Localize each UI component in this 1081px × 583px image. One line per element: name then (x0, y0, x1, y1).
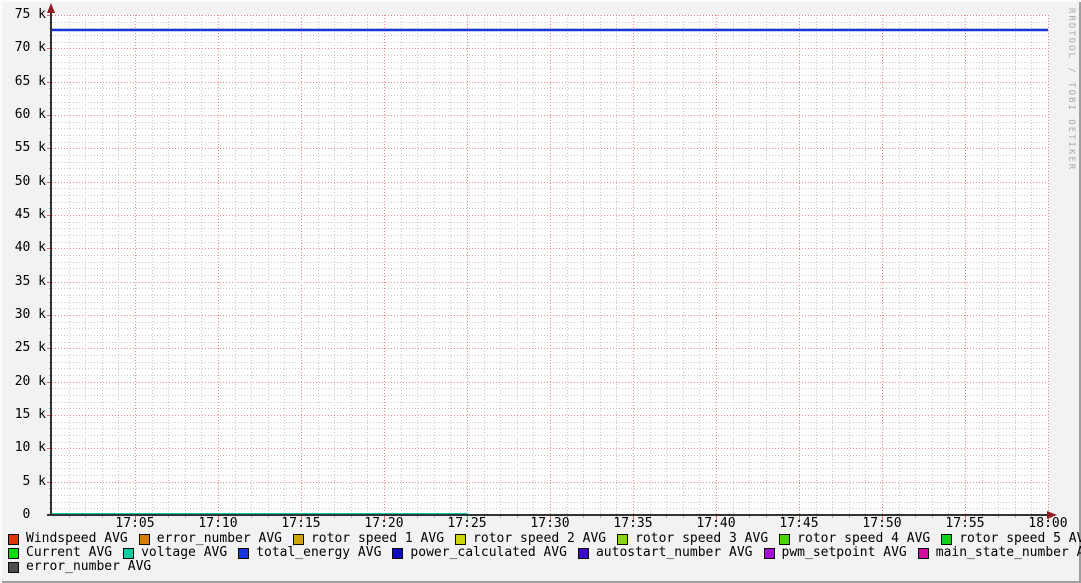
legend-item: error_number AVG (8, 560, 151, 574)
legend-item-label: rotor speed 4 AVG (797, 531, 931, 546)
x-axis-tick-label: 17:50 (862, 516, 902, 531)
legend-color-swatch (763, 547, 775, 559)
legend-item: Windspeed AVG (8, 532, 128, 546)
legend-row: Current AVG voltage AVG total_energy AVG po… (8, 545, 1081, 560)
legend: Windspeed AVG error_number AVG rotor speed… (8, 531, 1081, 574)
legend-color-swatch (941, 533, 953, 545)
legend-item-label: power_calculated AVG (410, 545, 567, 560)
x-axis-tick-label: 17:35 (613, 516, 653, 531)
y-axis-tick-label: 0 (22, 507, 46, 522)
x-axis-tick-label: 17:30 (530, 516, 570, 531)
legend-item-label: rotor speed 3 AVG (635, 531, 769, 546)
x-axis-tick-label: 17:45 (779, 516, 819, 531)
legend-color-swatch (917, 547, 929, 559)
legend-color-swatch (8, 547, 19, 559)
x-axis-tick-label: 17:10 (198, 516, 238, 531)
y-axis-tick-label: 50 k (14, 173, 46, 189)
legend-color-swatch (123, 547, 135, 559)
legend-item: Current AVG (8, 546, 112, 560)
legend-item-label: main_state_number AVG (935, 545, 1081, 560)
legend-row: Windspeed AVG error_number AVG rotor speed… (8, 531, 1081, 546)
x-axis-tick-label: 17:55 (945, 516, 985, 531)
legend-color-swatch (8, 561, 19, 573)
legend-item-label: Windspeed AVG (26, 531, 128, 546)
legend-item-label: rotor speed 1 AVG (310, 531, 445, 546)
legend-item-label: error_number AVG (26, 559, 152, 574)
x-axis-tick-label: 17:25 (447, 516, 487, 531)
legend-item-label: pwm_setpoint AVG (781, 545, 907, 560)
legend-color-swatch (238, 547, 250, 559)
legend-item: pwm_setpoint AVG (763, 545, 907, 560)
y-axis-tick-label: 65 k (14, 73, 46, 89)
legend-item: rotor speed 2 AVG (455, 532, 606, 546)
y-axis-arrow-icon (47, 3, 55, 13)
legend-item-label: rotor speed 2 AVG (473, 531, 607, 546)
legend-item: power_calculated AVG (392, 546, 567, 560)
legend-item-label: Current AVG (26, 545, 113, 560)
legend-color-swatch (617, 533, 629, 545)
y-axis-tick-label: 5 k (22, 473, 46, 489)
y-axis-tick-label: 40 k (14, 240, 46, 256)
legend-item: rotor speed 1 AVG (292, 531, 445, 546)
legend-item-label: total_energy AVG (256, 545, 382, 560)
y-axis-tick-label: 10 k (14, 440, 46, 456)
y-axis-tick-label: 60 k (14, 107, 46, 122)
legend-color-swatch (455, 533, 467, 545)
legend-color-swatch (8, 533, 19, 545)
x-axis-tick-label: 17:20 (364, 516, 404, 531)
y-axis-tick-label: 15 k (14, 407, 46, 422)
legend-item: autostart_number AVG (577, 545, 753, 560)
y-axis-tick-label: 45 k (14, 207, 46, 222)
legend-item-label: rotor speed 5 AVG (959, 531, 1081, 546)
legend-color-swatch (392, 547, 404, 559)
plot-svg (47, 3, 1057, 520)
legend-row: error_number AVG (8, 560, 1073, 574)
legend-item: rotor speed 3 AVG (617, 532, 768, 546)
y-axis-tick-label: 75 k (14, 7, 46, 22)
legend-color-swatch (138, 533, 150, 545)
y-axis-tick-label: 20 k (14, 373, 46, 389)
x-axis-tick-label: 17:15 (281, 516, 321, 531)
legend-item: total_energy AVG (238, 546, 381, 560)
legend-item: main_state_number AVG (917, 545, 1081, 560)
y-axis-tick-label: 35 k (14, 273, 46, 289)
legend-item: rotor speed 5 AVG (941, 532, 1081, 546)
x-axis-tick-label: 18:00 (1028, 516, 1068, 531)
legend-item-label: error_number AVG (156, 531, 282, 546)
legend-item: voltage AVG (123, 546, 227, 560)
y-axis-tick-label: 30 k (14, 307, 46, 322)
legend-item-label: autostart_number AVG (595, 545, 753, 560)
y-axis-tick-label: 55 k (14, 140, 46, 156)
legend-item-label: voltage AVG (141, 545, 228, 560)
x-axis-tick-label: 17:05 (115, 516, 155, 531)
watermark-text: RRDTOOL / TOBI OETIKER (1066, 8, 1076, 172)
rrd-graph-image: 75 k 70 k 65 k 60 k 55 k 50 k 45 k 40 k 35 k 30 k… (0, 0, 1081, 583)
legend-color-swatch (292, 533, 304, 545)
legend-color-swatch (577, 547, 589, 559)
y-axis-tick-label: 70 k (14, 40, 46, 56)
y-axis-tick-label: 25 k (14, 340, 46, 356)
legend-color-swatch (779, 533, 791, 545)
x-axis-tick-label: 17:40 (696, 516, 736, 531)
legend-item: rotor speed 4 AVG (779, 532, 930, 546)
legend-item: error_number AVG (138, 531, 282, 546)
